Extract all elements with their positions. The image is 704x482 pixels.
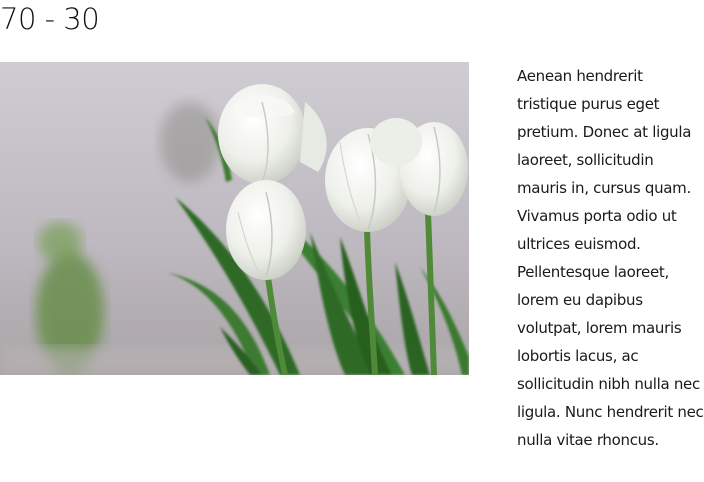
body-paragraph: Aenean hendrerit tristique purus eget pr… <box>517 67 704 449</box>
tulips-image <box>0 62 469 375</box>
section-title: 70 - 30 <box>0 2 100 36</box>
